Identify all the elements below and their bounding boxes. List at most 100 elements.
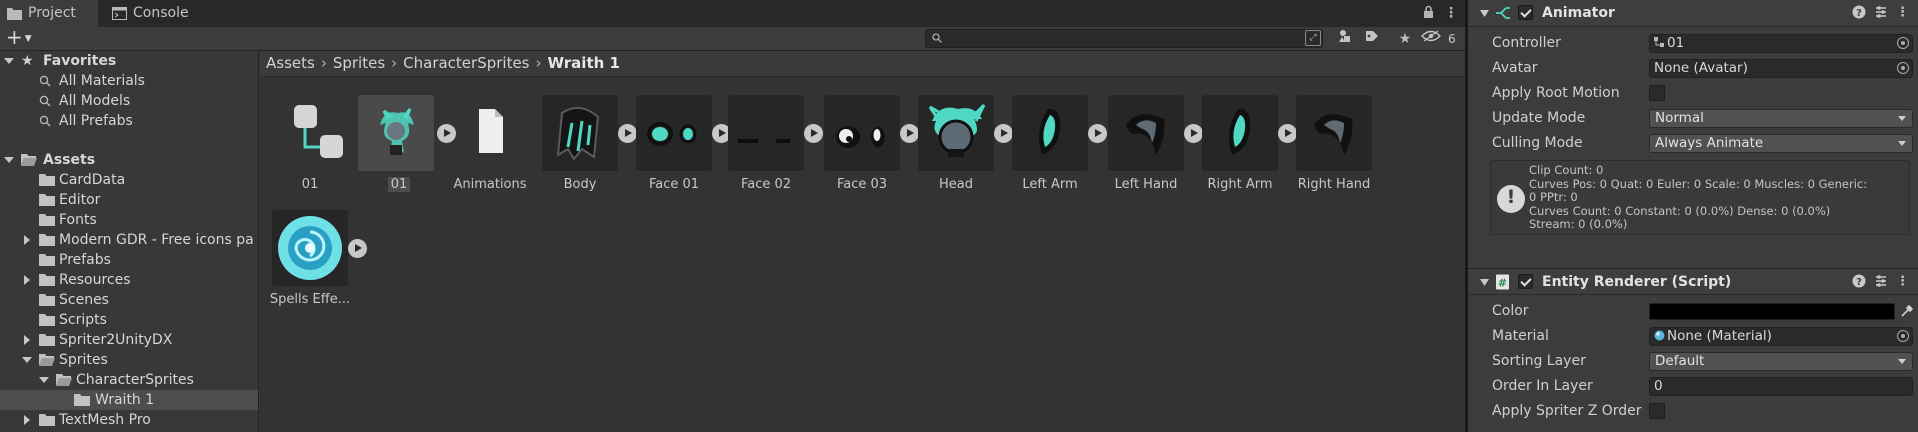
folder-icon [74, 394, 90, 406]
update-mode-dropdown[interactable]: Normal [1649, 109, 1913, 128]
asset-sprite-right-arm[interactable]: Right Arm [1190, 95, 1297, 205]
tree-folder-scripts[interactable]: Scripts [0, 310, 258, 330]
breadcrumb-item[interactable]: Assets [266, 54, 315, 72]
asset-name: Left Arm [1022, 177, 1078, 192]
tab-project[interactable]: Project [0, 0, 98, 27]
color-swatch[interactable] [1649, 303, 1895, 320]
tab-console[interactable]: Console [105, 0, 205, 27]
asset-sprite-face-01[interactable]: Face 01 [624, 95, 731, 205]
lock-icon[interactable] [1423, 5, 1434, 23]
tree-folder-spriter2unitydx[interactable]: Spriter2UnityDX [0, 330, 258, 350]
tree-folder-label: Modern GDR - Free icons pa [59, 232, 254, 248]
collapse-arrow-icon[interactable] [22, 335, 32, 345]
asset-sprite-right-hand[interactable]: Right Hand [1284, 95, 1380, 205]
collapse-arrow-icon[interactable] [22, 415, 32, 425]
folder-icon [39, 294, 55, 306]
tree-folder-label: Scenes [59, 292, 109, 308]
folder-icon [7, 8, 22, 20]
kebab-menu-icon[interactable]: ⋮ [1896, 5, 1909, 20]
asset-animator-controller[interactable]: 01 [260, 95, 356, 205]
tree-favorites[interactable]: ★ Favorites [0, 51, 258, 71]
plus-icon: + [6, 25, 23, 49]
object-picker-icon[interactable] [1897, 62, 1909, 74]
culling-mode-dropdown[interactable]: Always Animate [1649, 134, 1913, 153]
asset-sprite-spells-effect[interactable]: Spells Effe... [256, 210, 367, 320]
filter-by-type-icon[interactable] [1334, 29, 1356, 49]
create-button[interactable]: + ▼ [6, 27, 40, 49]
tree-folder-charactersprites[interactable]: CharacterSprites [0, 370, 258, 390]
asset-sprite-face-02[interactable]: Face 02 [716, 95, 823, 205]
hidden-packages-icon[interactable] [1420, 29, 1442, 49]
asset-sprite-left-hand[interactable]: Left Hand [1096, 95, 1203, 205]
tree-item-all-materials[interactable]: All Materials [0, 71, 258, 91]
collapse-arrow-icon[interactable] [22, 235, 32, 245]
favorite-star-icon[interactable]: ★ [1394, 29, 1416, 49]
tree-folder-editor[interactable]: Editor [0, 190, 258, 210]
console-icon [112, 7, 127, 20]
tree-folder-label: CharacterSprites [76, 372, 194, 388]
search-field[interactable] [925, 29, 1323, 48]
preset-icon[interactable] [1874, 274, 1888, 292]
expand-play-icon[interactable] [348, 239, 367, 258]
filter-by-label-icon[interactable] [1361, 29, 1383, 49]
prop-color: Color [1468, 301, 1918, 322]
kebab-menu-icon[interactable]: ⋮ [1896, 274, 1909, 289]
asset-prefab[interactable]: 01 [351, 95, 456, 205]
collapse-arrow-icon[interactable] [22, 275, 32, 285]
asset-sprite-head[interactable]: Head [906, 95, 1013, 205]
tree-folder-scenes[interactable]: Scenes [0, 290, 258, 310]
search-input[interactable] [946, 30, 1316, 47]
fold-arrow-icon[interactable] [1480, 9, 1489, 18]
tree-item-all-models[interactable]: All Models [0, 91, 258, 111]
entity-renderer-component-header[interactable]: # Entity Renderer (Script) ? ⋮ [1468, 268, 1918, 295]
expand-arrow-icon[interactable] [22, 355, 32, 365]
tree-folder-modern-gdr[interactable]: Modern GDR - Free icons pa [0, 230, 258, 250]
asset-folder-animations[interactable]: Animations [440, 95, 536, 205]
tree-item-all-prefabs[interactable]: All Prefabs [0, 111, 258, 131]
eyedropper-icon[interactable] [1900, 304, 1914, 318]
object-picker-icon[interactable] [1897, 37, 1909, 49]
tree-folder-resources[interactable]: Resources [0, 270, 258, 290]
prop-label: Avatar [1492, 60, 1538, 76]
avatar-value: None (Avatar) [1654, 60, 1748, 76]
folder-icon [39, 274, 55, 286]
breadcrumb-item[interactable]: Sprites [333, 54, 385, 72]
avatar-field[interactable]: None (Avatar) [1649, 59, 1913, 78]
asset-sprite-face-03[interactable]: Face 03 [812, 95, 919, 205]
material-field[interactable]: None (Material) [1649, 327, 1913, 346]
search-scope-icon[interactable]: ⤢ [1305, 30, 1321, 46]
kebab-menu-icon[interactable]: ⋮ [1444, 5, 1458, 21]
apply-root-motion-checkbox[interactable] [1649, 85, 1665, 101]
tree-folder-textmesh-pro[interactable]: TextMesh Pro [0, 410, 258, 430]
tree-assets[interactable]: Assets [0, 150, 258, 170]
asset-name: Body [563, 177, 597, 192]
tree-folder-prefabs[interactable]: Prefabs [0, 250, 258, 270]
order-in-layer-input[interactable]: 0 [1649, 377, 1913, 396]
prop-sorting-layer: Sorting Layer Default [1468, 351, 1918, 372]
breadcrumb-item[interactable]: CharacterSprites [403, 54, 529, 72]
animator-component-header[interactable]: Animator ? ⋮ [1468, 0, 1918, 27]
folder-icon [39, 194, 55, 206]
breadcrumb-current[interactable]: Wraith 1 [548, 54, 620, 72]
expand-arrow-icon[interactable] [39, 375, 49, 385]
controller-field[interactable]: 01 [1649, 34, 1913, 53]
apply-spriter-z-order-checkbox[interactable] [1649, 403, 1665, 419]
sorting-layer-dropdown[interactable]: Default [1649, 352, 1913, 371]
script-icon: # [1496, 274, 1509, 290]
head-sprite-icon [928, 103, 986, 157]
help-icon[interactable]: ? [1852, 274, 1866, 292]
tree-folder-sprites[interactable]: Sprites [0, 350, 258, 370]
asset-sprite-body[interactable]: Body [530, 95, 637, 205]
tree-folder-carddata[interactable]: CardData [0, 170, 258, 190]
tree-folder-wraith-1[interactable]: Wraith 1 [0, 390, 258, 410]
tree-folder-fonts[interactable]: Fonts [0, 210, 258, 230]
fold-arrow-icon[interactable] [1480, 278, 1489, 287]
help-icon[interactable]: ? [1852, 5, 1866, 23]
animator-enabled-checkbox[interactable] [1518, 5, 1533, 20]
entity-renderer-enabled-checkbox[interactable] [1518, 274, 1533, 289]
preset-icon[interactable] [1874, 5, 1888, 23]
prop-material: Material None (Material) [1468, 326, 1918, 347]
asset-sprite-left-arm[interactable]: Left Arm [1000, 95, 1107, 205]
svg-text:?: ? [1856, 8, 1862, 19]
object-picker-icon[interactable] [1897, 330, 1909, 342]
